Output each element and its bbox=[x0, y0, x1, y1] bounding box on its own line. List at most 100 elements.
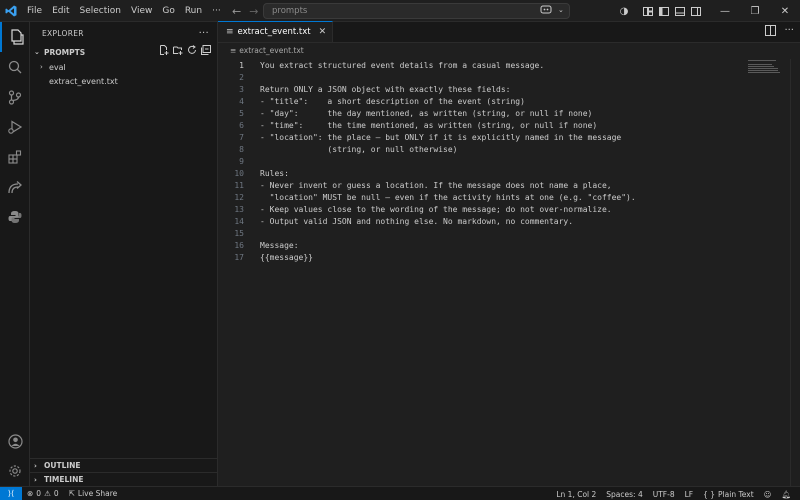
restore-icon[interactable]: ❐ bbox=[740, 0, 770, 22]
timeline-section[interactable]: › TIMELINE bbox=[30, 472, 218, 486]
code-text[interactable]: Rules: bbox=[244, 169, 289, 178]
menu-run[interactable]: Run bbox=[180, 0, 207, 22]
code-text[interactable]: - Never invent or guess a location. If t… bbox=[244, 181, 612, 190]
code-text[interactable]: (string, or null otherwise) bbox=[244, 145, 457, 154]
code-line: 14- Output valid JSON and nothing else. … bbox=[218, 215, 800, 227]
explorer-header: EXPLORER ··· bbox=[30, 22, 217, 44]
forward-arrow-icon[interactable]: → bbox=[249, 5, 258, 18]
prompts-folder-label: PROMPTS bbox=[44, 47, 86, 57]
code-line: 8 (string, or null otherwise) bbox=[218, 143, 800, 155]
search-icon[interactable] bbox=[0, 52, 30, 82]
code-line: 1 You extract structured event details fr… bbox=[218, 59, 800, 71]
tab-bar: ≡ extract_event.txt ✕ ··· bbox=[218, 21, 800, 43]
copilot-chat-button[interactable]: ⌄ bbox=[537, 4, 567, 15]
explorer-icon[interactable] bbox=[0, 22, 30, 52]
copilot-icon bbox=[540, 5, 552, 14]
line-number: 15 bbox=[234, 228, 244, 238]
accounts-icon[interactable]: ◑ bbox=[616, 0, 632, 22]
minimap[interactable] bbox=[748, 60, 780, 74]
new-folder-icon[interactable] bbox=[173, 45, 183, 55]
code-text[interactable]: "location" MUST be null — even if the ac… bbox=[244, 193, 636, 202]
code-line: 3 Return ONLY a JSON object with exactly … bbox=[218, 83, 800, 95]
language-mode[interactable]: { } Plain Text bbox=[698, 490, 759, 499]
warning-count: 0 bbox=[53, 489, 59, 498]
code-text[interactable]: - "time": the time mentioned, as written… bbox=[244, 121, 597, 130]
run-debug-icon[interactable] bbox=[0, 112, 30, 142]
code-line: 13- Keep values close to the wording of … bbox=[218, 203, 800, 215]
collapse-all-icon[interactable] bbox=[201, 45, 211, 55]
live-share-button[interactable]: ⇱ Live Share bbox=[64, 489, 123, 498]
breadcrumb-file[interactable]: extract_event.txt bbox=[239, 46, 303, 55]
vertical-scrollbar[interactable] bbox=[790, 59, 800, 486]
chevron-down-icon: ⌄ bbox=[558, 5, 564, 14]
timeline-label: TIMELINE bbox=[44, 475, 84, 484]
tree-folder-eval[interactable]: › eval bbox=[30, 60, 217, 74]
menu-selection[interactable]: Selection bbox=[75, 0, 126, 22]
menu-edit[interactable]: Edit bbox=[47, 0, 74, 22]
extensions-icon[interactable] bbox=[0, 142, 30, 172]
prompts-folder-header[interactable]: ⌄ PROMPTS bbox=[30, 44, 217, 60]
outline-section[interactable]: › OUTLINE bbox=[30, 458, 218, 472]
text-file-icon: ≡ bbox=[226, 27, 234, 37]
minimize-icon[interactable]: — bbox=[710, 0, 740, 22]
menu-more-icon[interactable]: ··· bbox=[207, 0, 226, 22]
command-center-search[interactable]: prompts bbox=[263, 3, 570, 19]
copilot-status-icon[interactable]: ☺ bbox=[759, 490, 777, 499]
code-line: 15 bbox=[218, 227, 800, 239]
navigation-arrows: ← → bbox=[232, 0, 258, 22]
new-file-icon[interactable] bbox=[159, 45, 169, 55]
customize-layout-icon[interactable] bbox=[640, 0, 656, 22]
accounts-avatar-icon[interactable] bbox=[0, 426, 30, 456]
line-number: 10 bbox=[234, 168, 244, 178]
line-number: 13 bbox=[234, 204, 244, 214]
tab-label: extract_event.txt bbox=[237, 27, 311, 37]
tree-file-extract-event[interactable]: extract_event.txt bbox=[30, 74, 217, 88]
line-number: 2 bbox=[239, 72, 244, 82]
code-editor[interactable]: 1 You extract structured event details fr… bbox=[218, 59, 800, 263]
remote-indicator-icon[interactable]: ⟩⟨ bbox=[0, 486, 22, 500]
editor-more-icon[interactable]: ··· bbox=[784, 25, 794, 36]
manage-gear-icon[interactable] bbox=[0, 456, 30, 486]
code-text[interactable]: - "title": a short description of the ev… bbox=[244, 97, 525, 106]
cursor-position[interactable]: Ln 1, Col 2 bbox=[551, 490, 601, 499]
problems-indicator[interactable]: ⊗ 0 ⚠ 0 bbox=[22, 489, 64, 498]
back-arrow-icon[interactable]: ← bbox=[232, 5, 241, 18]
indentation[interactable]: Spaces: 4 bbox=[601, 490, 647, 499]
remote-explorer-icon[interactable] bbox=[0, 172, 30, 202]
code-text[interactable]: - Output valid JSON and nothing else. No… bbox=[244, 217, 573, 226]
code-text[interactable]: - Keep values close to the wording of th… bbox=[244, 205, 612, 214]
encoding[interactable]: UTF-8 bbox=[648, 490, 680, 499]
text-file-icon: ≡ bbox=[230, 45, 237, 55]
toggle-primary-sidebar-icon[interactable] bbox=[656, 0, 672, 22]
notifications-bell-icon[interactable]: 🔔︎ bbox=[776, 490, 796, 499]
close-tab-icon[interactable]: ✕ bbox=[319, 27, 327, 37]
toggle-secondary-sidebar-icon[interactable] bbox=[688, 0, 704, 22]
source-control-icon[interactable] bbox=[0, 82, 30, 112]
menu-go[interactable]: Go bbox=[157, 0, 179, 22]
explorer-sidebar: EXPLORER ··· ⌄ PROMPTS › eval extract_ev… bbox=[30, 22, 218, 486]
explorer-more-icon[interactable]: ··· bbox=[199, 28, 209, 39]
end-of-line[interactable]: LF bbox=[680, 490, 699, 499]
line-number: 7 bbox=[239, 132, 244, 142]
line-number: 1 bbox=[239, 60, 244, 70]
code-line: 6- "time": the time mentioned, as writte… bbox=[218, 119, 800, 131]
line-number: 3 bbox=[239, 84, 244, 94]
code-text[interactable]: {{message}} bbox=[244, 253, 313, 262]
tab-extract-event[interactable]: ≡ extract_event.txt ✕ bbox=[218, 21, 334, 42]
menu-view[interactable]: View bbox=[126, 0, 157, 22]
braces-icon: { } bbox=[703, 489, 716, 499]
chevron-right-icon: › bbox=[40, 63, 43, 71]
code-text[interactable]: - "day": the day mentioned, as written (… bbox=[244, 109, 592, 118]
python-icon[interactable] bbox=[0, 202, 30, 232]
code-text[interactable]: You extract structured event details fro… bbox=[244, 61, 544, 70]
status-bar: ⟩⟨ ⊗ 0 ⚠ 0 ⇱ Live Share Ln 1, Col 2 Spac… bbox=[0, 486, 800, 500]
code-text[interactable]: - "location": the place — but ONLY if it… bbox=[244, 133, 621, 142]
code-text[interactable]: Message: bbox=[244, 241, 299, 250]
toggle-panel-icon[interactable] bbox=[672, 0, 688, 22]
refresh-icon[interactable] bbox=[187, 45, 197, 55]
menu-file[interactable]: File bbox=[22, 0, 47, 22]
split-editor-icon[interactable] bbox=[765, 25, 777, 36]
language-label: Plain Text bbox=[718, 489, 754, 499]
close-window-icon[interactable]: ✕ bbox=[770, 0, 800, 22]
code-text[interactable]: Return ONLY a JSON object with exactly t… bbox=[244, 85, 510, 94]
